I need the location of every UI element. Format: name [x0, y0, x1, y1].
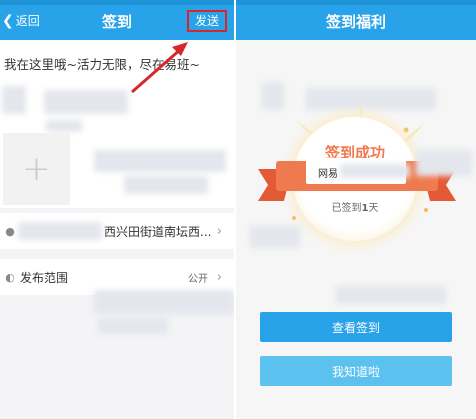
- map-pin-icon: ●: [5, 224, 15, 238]
- view-checkin-button[interactable]: 查看签到: [260, 312, 452, 342]
- blurred-region: [94, 290, 234, 314]
- checked-days-text: 已签到1天: [293, 199, 417, 214]
- globe-icon: ◐: [5, 270, 15, 284]
- reward-header: 签到福利: [236, 0, 476, 40]
- blurred-region: [46, 120, 82, 132]
- blurred-region: [124, 176, 208, 194]
- got-it-button[interactable]: 我知道啦: [260, 356, 452, 386]
- blurred-region: [98, 318, 168, 334]
- post-text[interactable]: 我在这里哦~活力无限，尽在易班~: [4, 54, 200, 73]
- scope-label: 发布范围: [20, 270, 69, 285]
- status-bar: [0, 0, 234, 5]
- checked-suffix: 天: [368, 203, 379, 214]
- checkin-reward-screen: 签到福利 签到成功 网易 已签到1天 查看签到 我知道啦: [236, 0, 476, 419]
- sparkle-dot: [403, 127, 409, 133]
- status-bar: [236, 0, 476, 5]
- blurred-region: [18, 222, 102, 240]
- compose-header: ❮ 返回 签到 发送: [0, 0, 234, 40]
- add-photo-button[interactable]: +: [3, 133, 70, 205]
- blurred-region: [336, 286, 446, 304]
- location-text: 西兴田街道南坛西...: [104, 224, 212, 239]
- blurred-region: [44, 90, 128, 114]
- blurred-region: [94, 150, 226, 172]
- blurred-region: [250, 226, 300, 248]
- blurred-region: [2, 86, 26, 114]
- page-title: 签到福利: [325, 13, 386, 31]
- scope-value: 公开: [188, 273, 208, 285]
- send-button[interactable]: 发送: [187, 10, 227, 32]
- blurred-region: [416, 150, 472, 176]
- compose-checkin-screen: ❮ 返回 签到 发送 我在这里哦~活力无限，尽在易班~ + ● 西兴田街道南坛西…: [0, 0, 234, 419]
- chevron-right-icon: ›: [216, 269, 222, 285]
- blurred-region: [340, 164, 410, 178]
- checked-prefix: 已签到: [331, 203, 362, 214]
- chevron-right-icon: ›: [216, 223, 222, 239]
- prefix-text: 网易: [318, 169, 338, 180]
- plus-icon: +: [22, 149, 51, 189]
- sparkle-dot: [424, 208, 428, 212]
